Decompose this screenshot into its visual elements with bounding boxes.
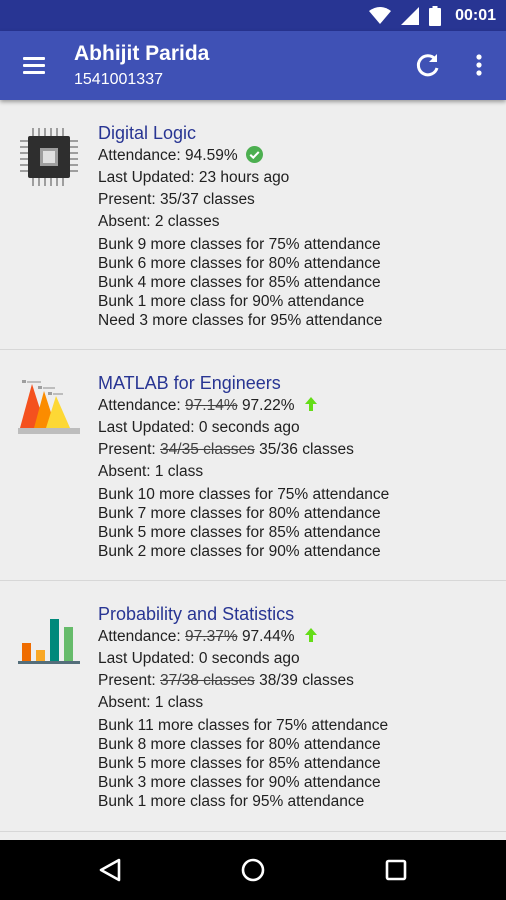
bunk-line: Bunk 7 more classes for 80% attendance <box>98 505 381 522</box>
attendance-line: Attendance: 94.59% <box>98 145 506 167</box>
refresh-icon[interactable] <box>414 51 442 79</box>
present-value: 38/39 classes <box>259 672 354 689</box>
page-subtitle: 1541001337 <box>74 71 163 88</box>
present-line: Present: 34/35 classes 35/36 classes <box>98 441 354 458</box>
subject-name: MATLAB for Engineers <box>98 373 281 393</box>
subject-list: Digital Logic Attendance: 94.59% Last Up… <box>0 100 506 840</box>
bunk-line: Bunk 4 more classes for 85% attendance <box>98 274 381 291</box>
subject-card[interactable]: Digital Logic Attendance: 94.59% Last Up… <box>0 100 506 350</box>
navigation-bar <box>0 840 506 900</box>
attendance-old-value: 97.14% <box>185 397 238 414</box>
bunk-line: Bunk 1 more class for 90% attendance <box>98 293 365 310</box>
status-bar: 00:01 <box>0 0 506 31</box>
bunk-line: Bunk 5 more classes for 85% attendance <box>98 755 381 772</box>
bunk-line: Bunk 11 more classes for 75% attendance <box>98 717 389 734</box>
last-updated: Last Updated: 23 hours ago <box>98 169 290 186</box>
attendance-line: Attendance: 97.14% 97.22% <box>98 395 506 417</box>
bunk-line: Bunk 3 more classes for 90% attendance <box>98 774 381 791</box>
bunk-line: Bunk 6 more classes for 80% attendance <box>98 255 381 272</box>
bunk-line: Need 3 more classes for 95% attendance <box>98 312 383 329</box>
wifi-icon <box>369 6 392 24</box>
absent-line: Absent: 1 class <box>98 694 204 711</box>
page-title: Abhijit Parida <box>74 42 210 65</box>
home-icon[interactable] <box>239 857 267 883</box>
absent-line: Absent: 1 class <box>98 463 204 480</box>
bunk-line: Bunk 10 more classes for 75% attendance <box>98 486 390 503</box>
attendance-value: 94.59% <box>185 147 238 164</box>
arrow-up-icon <box>304 628 317 642</box>
attendance-line: Attendance: 97.37% 97.44% <box>98 626 506 648</box>
subject-card[interactable]: Probability and Statistics Attendance: 9… <box>0 581 506 832</box>
bunk-line: Bunk 8 more classes for 80% attendance <box>98 736 381 753</box>
menu-button[interactable] <box>20 53 50 79</box>
present-old-value: 37/38 classes <box>160 672 255 689</box>
attendance-old-value: 97.37% <box>185 628 238 645</box>
attendance-value: 97.22% <box>241 397 295 414</box>
clock: 00:01 <box>455 6 496 24</box>
present-value: 35/37 classes <box>160 191 255 208</box>
present-old-value: 34/35 classes <box>160 441 255 458</box>
subject-card[interactable]: MATLAB for Engineers Attendance: 97.14% … <box>0 350 506 581</box>
back-icon[interactable] <box>97 857 125 883</box>
bunk-line: Bunk 1 more class for 95% attendance <box>98 793 365 810</box>
bunk-line: Bunk 2 more classes for 90% attendance <box>98 543 381 560</box>
app-bar: Abhijit Parida 1541001337 <box>0 31 506 100</box>
last-updated: Last Updated: 0 seconds ago <box>98 419 300 436</box>
present-line: Present: 37/38 classes 38/39 classes <box>98 672 354 689</box>
matlab-chart-icon <box>18 380 80 434</box>
chip-icon <box>20 128 78 186</box>
subject-name: Probability and Statistics <box>98 604 295 624</box>
attendance-value: 97.44% <box>241 628 295 645</box>
check-circle-icon <box>245 146 263 163</box>
subject-name: Digital Logic <box>98 123 197 143</box>
last-updated: Last Updated: 0 seconds ago <box>98 650 300 667</box>
present-value: 35/36 classes <box>259 441 354 458</box>
recents-icon[interactable] <box>382 857 410 883</box>
arrow-up-icon <box>304 397 317 411</box>
more-options-icon[interactable] <box>466 51 492 79</box>
present-line: Present: 35/37 classes <box>98 191 255 208</box>
bunk-line: Bunk 9 more classes for 75% attendance <box>98 236 381 253</box>
absent-line: Absent: 2 classes <box>98 213 220 230</box>
cell-signal-icon <box>401 6 420 25</box>
battery-icon <box>429 5 442 26</box>
bunk-line: Bunk 5 more classes for 85% attendance <box>98 524 381 541</box>
bar-chart-icon <box>18 619 80 664</box>
